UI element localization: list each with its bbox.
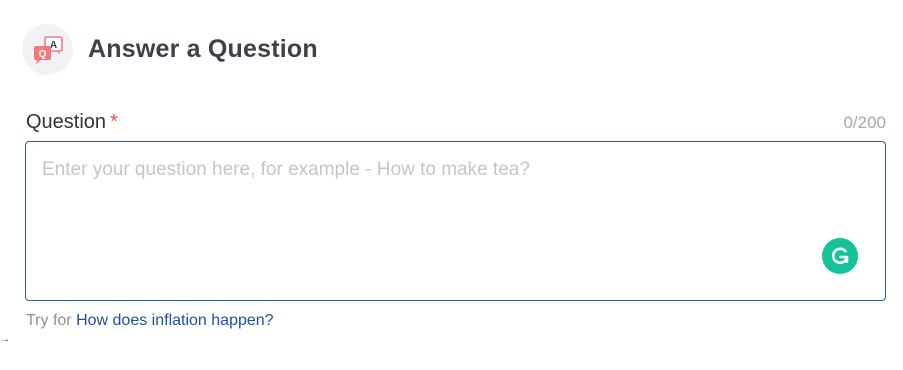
question-label-text: Question xyxy=(26,111,107,133)
question-input-container[interactable] xyxy=(25,141,886,301)
qa-speech-bubbles-icon: A Q xyxy=(22,24,73,75)
question-letter: Q xyxy=(38,49,46,60)
suggestion-prefix: Try for xyxy=(26,312,72,329)
question-label-row: Question * 0/200 xyxy=(26,111,886,134)
required-marker: * xyxy=(110,111,118,133)
character-counter: 0/200 xyxy=(843,113,886,132)
suggested-question-link[interactable]: How does inflation happen? xyxy=(76,312,273,329)
question-label: Question * xyxy=(26,111,118,134)
page-header: A Q Answer a Question xyxy=(22,24,318,75)
suggestion-line: Try for How does inflation happen? xyxy=(26,312,274,330)
grammarly-icon[interactable] xyxy=(822,238,858,274)
question-input[interactable] xyxy=(26,142,885,300)
page-title: Answer a Question xyxy=(88,35,318,63)
arrow-right-icon: → xyxy=(0,334,10,345)
